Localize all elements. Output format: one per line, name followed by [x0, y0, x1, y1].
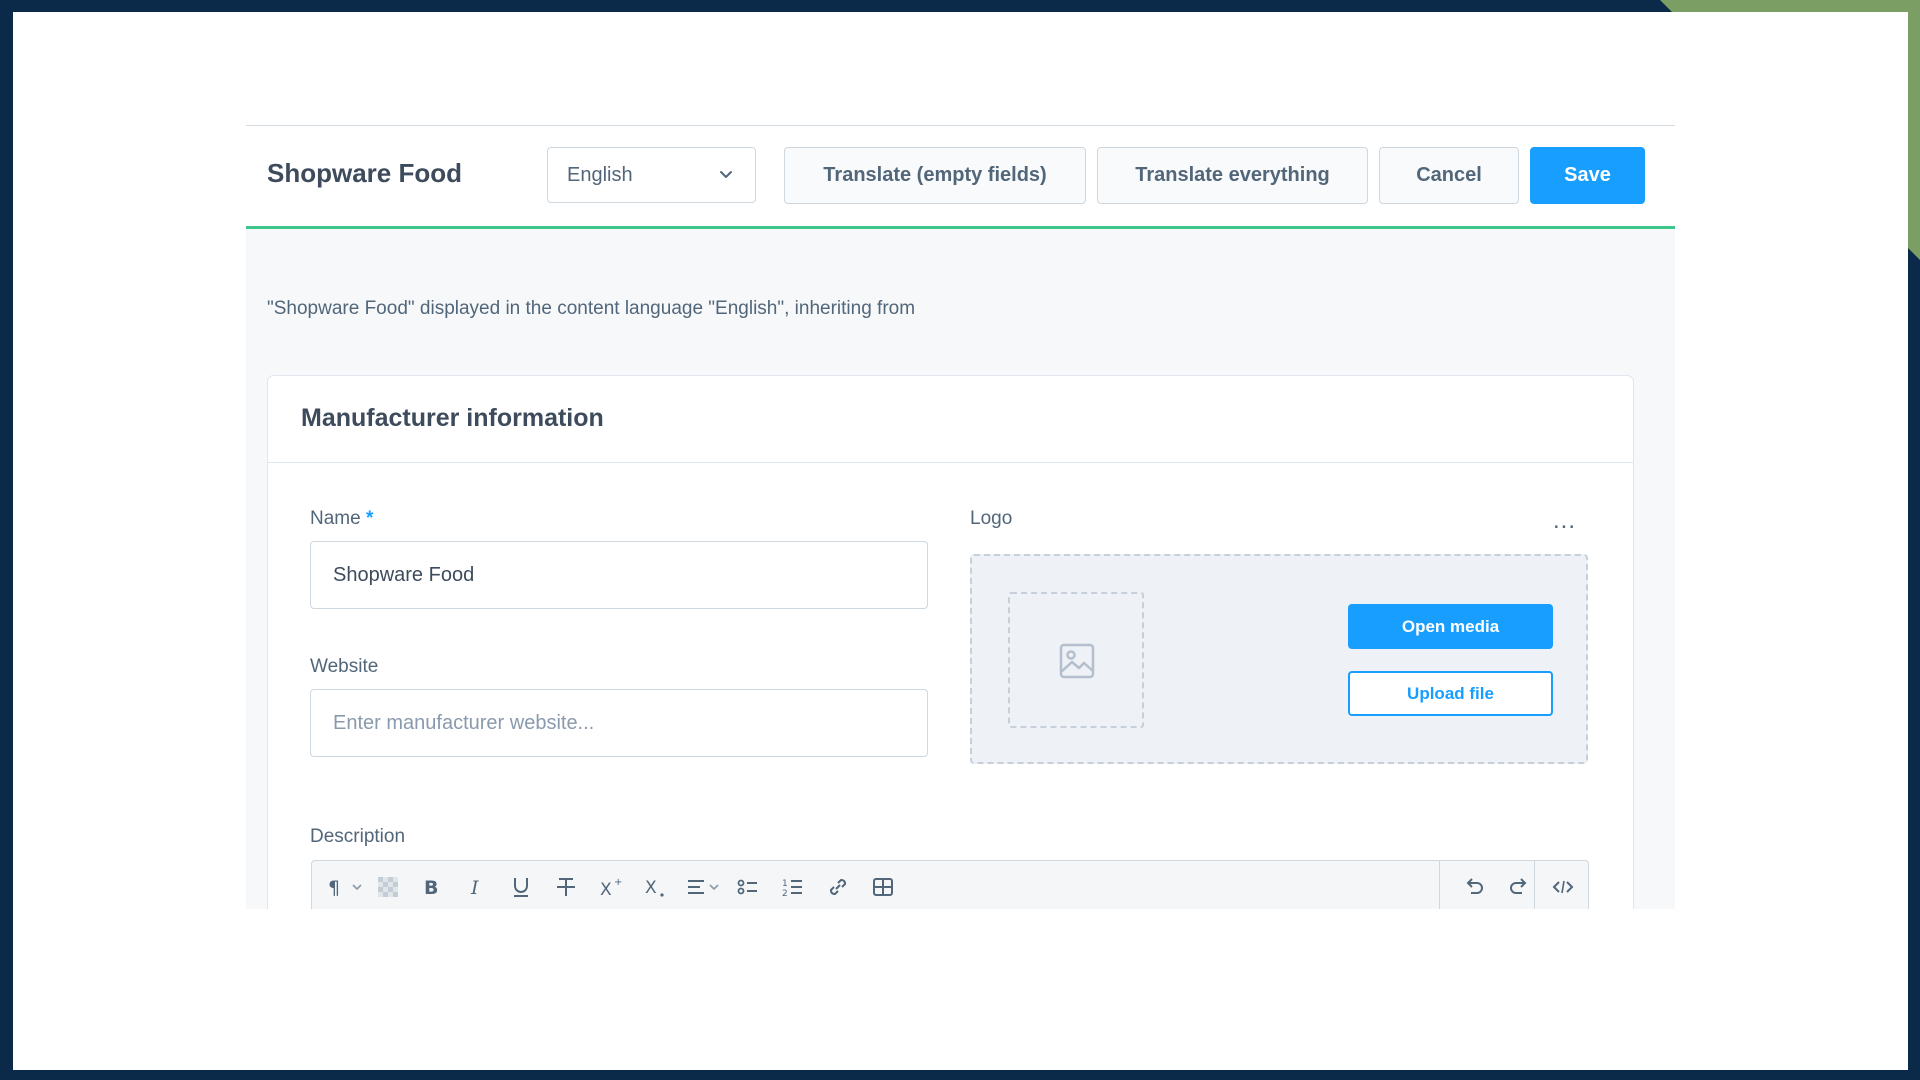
- translate-everything-button[interactable]: Translate everything: [1097, 147, 1368, 204]
- svg-text:X: X: [645, 878, 657, 898]
- svg-text:2: 2: [782, 889, 788, 899]
- card-title: Manufacturer information: [301, 404, 604, 432]
- page-title: Shopware Food: [267, 158, 462, 188]
- bullet-list-icon[interactable]: [734, 873, 762, 901]
- svg-text:¶: ¶: [328, 877, 340, 899]
- logo-label: Logo: [970, 508, 1013, 529]
- open-media-button[interactable]: Open media: [1348, 604, 1553, 649]
- numbered-list-icon[interactable]: 12: [779, 873, 807, 901]
- paragraph-icon[interactable]: ¶: [326, 873, 366, 901]
- language-select-value: English: [567, 164, 633, 186]
- manufacturer-detail-page: Shopware Food English Translate (empty f…: [246, 125, 1675, 909]
- name-label-text: Name: [310, 508, 361, 529]
- toolbar-divider: [1439, 861, 1440, 909]
- strikethrough-icon[interactable]: [552, 873, 580, 901]
- language-select[interactable]: English: [547, 147, 756, 203]
- chevron-down-icon: [720, 171, 732, 178]
- underline-icon[interactable]: [507, 873, 535, 901]
- superscript-icon[interactable]: X +: [597, 873, 625, 901]
- slide-canvas: Shopware Food English Translate (empty f…: [13, 12, 1908, 1070]
- subscript-icon[interactable]: X: [642, 873, 670, 901]
- required-mark: *: [365, 508, 374, 529]
- website-label: Website: [310, 656, 379, 677]
- svg-text:X: X: [600, 880, 612, 900]
- svg-text:+: +: [614, 877, 622, 888]
- undo-icon[interactable]: [1460, 873, 1488, 901]
- clear-format-icon[interactable]: [374, 873, 402, 901]
- image-placeholder-icon: [1059, 643, 1095, 679]
- align-icon[interactable]: [684, 873, 724, 901]
- website-field[interactable]: Enter manufacturer website...: [310, 689, 928, 757]
- description-label: Description: [310, 826, 406, 847]
- logo-upload-area[interactable]: Open media Upload file: [970, 554, 1588, 764]
- name-field[interactable]: Shopware Food: [310, 541, 928, 609]
- card-header: Manufacturer information: [268, 376, 1633, 463]
- upload-file-button[interactable]: Upload file: [1348, 671, 1553, 716]
- code-view-icon[interactable]: [1549, 873, 1577, 901]
- redo-icon[interactable]: [1505, 873, 1533, 901]
- svg-text:I: I: [470, 877, 479, 899]
- cancel-button[interactable]: Cancel: [1379, 147, 1519, 204]
- svg-text:1: 1: [782, 879, 788, 889]
- svg-text:B: B: [424, 877, 438, 899]
- more-options-icon[interactable]: ...: [1553, 509, 1576, 533]
- name-label: Name *: [310, 508, 373, 530]
- save-button[interactable]: Save: [1530, 147, 1645, 204]
- table-icon[interactable]: [869, 873, 897, 901]
- smart-bar: Shopware Food English Translate (empty f…: [246, 126, 1675, 229]
- manufacturer-info-card: Manufacturer information Name * Shopware…: [267, 375, 1634, 909]
- translate-empty-fields-button[interactable]: Translate (empty fields): [784, 147, 1086, 204]
- logo-preview: [1008, 592, 1144, 728]
- link-icon[interactable]: [824, 873, 852, 901]
- toolbar-divider: [1534, 861, 1535, 909]
- text-editor-toolbar: ¶ B I X + X 1 2: [311, 860, 1589, 909]
- bold-icon[interactable]: B: [417, 873, 445, 901]
- language-info-text: "Shopware Food" displayed in the content…: [267, 298, 916, 319]
- italic-icon[interactable]: I: [462, 873, 490, 901]
